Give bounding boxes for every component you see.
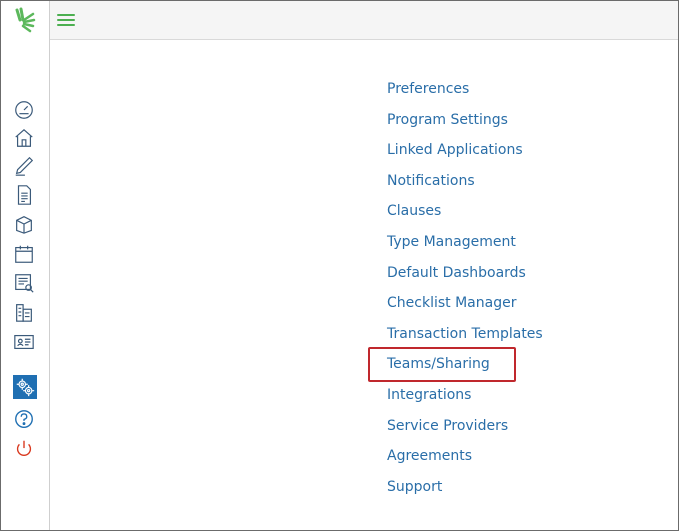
menu-item-default-dashboards[interactable]: Default Dashboards [387, 263, 543, 294]
settings-gears-icon[interactable] [13, 375, 37, 399]
app-logo-icon [11, 6, 39, 34]
hamburger-menu-icon[interactable] [57, 14, 75, 28]
box-icon[interactable] [11, 211, 37, 237]
highlight-annotation-box [368, 347, 516, 382]
document-icon[interactable] [11, 182, 37, 208]
menu-item-integrations[interactable]: Integrations [387, 385, 543, 416]
menu-item-clauses[interactable]: Clauses [387, 201, 543, 232]
pen-icon[interactable] [11, 153, 37, 179]
settings-menu-list: Preferences Program Settings Linked Appl… [387, 79, 543, 507]
menu-item-checklist-manager[interactable]: Checklist Manager [387, 293, 543, 324]
building-icon[interactable] [11, 299, 37, 325]
contact-card-icon[interactable] [11, 329, 37, 355]
report-search-icon[interactable] [11, 270, 37, 296]
top-bar [1, 1, 678, 40]
menu-item-service-providers[interactable]: Service Providers [387, 416, 543, 447]
power-icon[interactable] [11, 436, 37, 462]
menu-item-linked-applications[interactable]: Linked Applications [387, 140, 543, 171]
help-icon[interactable] [11, 406, 37, 432]
menu-item-program-settings[interactable]: Program Settings [387, 110, 543, 141]
menu-item-type-management[interactable]: Type Management [387, 232, 543, 263]
calendar-icon[interactable] [11, 241, 37, 267]
sidebar [1, 1, 50, 530]
menu-item-agreements[interactable]: Agreements [387, 446, 543, 477]
home-icon[interactable] [11, 125, 37, 151]
menu-item-preferences[interactable]: Preferences [387, 79, 543, 110]
app-window: Preferences Program Settings Linked Appl… [0, 0, 679, 531]
menu-item-notifications[interactable]: Notifications [387, 171, 543, 202]
dashboard-gauge-icon[interactable] [11, 97, 37, 123]
menu-item-support[interactable]: Support [387, 477, 543, 508]
